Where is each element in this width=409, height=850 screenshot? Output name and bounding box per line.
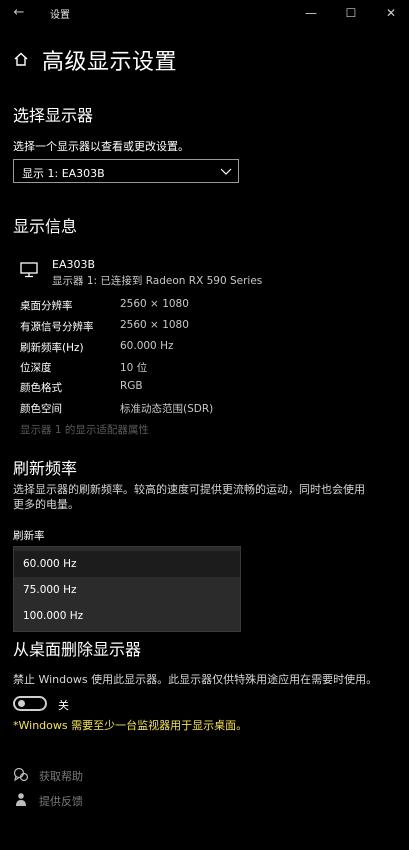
remove-display-toggle[interactable] — [13, 696, 47, 711]
refresh-rate-option[interactable]: 75.000 Hz — [14, 577, 240, 603]
info-row: 位深度 10 位 — [20, 360, 340, 376]
refresh-rate-label: 刷新率 — [13, 530, 45, 542]
feedback-person-icon — [16, 793, 26, 806]
home-icon[interactable] — [13, 51, 29, 67]
info-key: 桌面分辨率 — [20, 300, 73, 312]
info-value: 60.000 Hz — [120, 340, 174, 352]
close-button[interactable]: ✕ — [380, 3, 402, 23]
info-row: 颜色格式 RGB — [20, 380, 340, 396]
feedback-label: 提供反馈 — [39, 795, 83, 808]
info-row: 有源信号分辨率 2560 × 1080 — [20, 319, 340, 335]
info-value: 2560 × 1080 — [120, 298, 189, 310]
chevron-down-icon — [220, 168, 232, 175]
page-title: 高级显示设置 — [42, 50, 178, 75]
info-key: 刷新频率(Hz) — [20, 342, 84, 354]
refresh-rate-description-line1: 选择显示器的刷新频率。较高的速度可提供更流畅的运动，同时也会使用 — [13, 483, 365, 496]
display-select-value: 显示 1: EA303B — [22, 167, 105, 180]
refresh-rate-dropdown-list[interactable]: 60.000 Hz 75.000 Hz 100.000 Hz — [13, 546, 241, 632]
display-select[interactable]: 显示 1: EA303B — [13, 159, 239, 183]
info-key: 有源信号分辨率 — [20, 321, 94, 333]
info-value: 10 位 — [120, 362, 148, 374]
info-row: 刷新频率(Hz) 60.000 Hz — [20, 340, 340, 356]
monitor-name: EA303B — [52, 258, 96, 271]
get-help-label: 获取帮助 — [39, 770, 83, 783]
title-bar: ← 设置 — ☐ ✕ — [0, 0, 409, 28]
select-display-label: 选择一个显示器以查看或更改设置。 — [13, 140, 189, 153]
refresh-rate-description-line2: 更多的电量。 — [13, 498, 79, 511]
window-title: 设置 — [50, 10, 70, 21]
info-value: 标准动态范围(SDR) — [120, 403, 214, 415]
refresh-rate-option[interactable]: 60.000 Hz — [14, 551, 240, 577]
monitor-icon — [20, 262, 38, 278]
info-value: 2560 × 1080 — [120, 319, 189, 331]
info-key: 颜色格式 — [20, 382, 62, 394]
info-value: RGB — [120, 380, 143, 392]
refresh-rate-heading: 刷新频率 — [13, 459, 78, 478]
info-row: 颜色空间 标准动态范围(SDR) — [20, 401, 340, 417]
get-help-link[interactable]: 获取帮助 — [13, 767, 133, 785]
refresh-rate-option[interactable]: 100.000 Hz — [14, 603, 240, 629]
display-info-heading: 显示信息 — [13, 217, 78, 236]
chat-help-icon — [13, 767, 29, 782]
minimize-button[interactable]: — — [300, 3, 322, 23]
info-key: 位深度 — [20, 362, 52, 374]
warning-text: *Windows 需要至少一台监视器用于显示桌面。 — [13, 719, 248, 732]
feedback-link[interactable]: 提供反馈 — [13, 792, 133, 810]
maximize-button[interactable]: ☐ — [340, 3, 362, 23]
info-key: 颜色空间 — [20, 403, 62, 415]
remove-display-heading: 从桌面删除显示器 — [13, 640, 142, 659]
select-display-heading: 选择显示器 — [13, 106, 94, 125]
adapter-properties-link[interactable]: 显示器 1 的显示适配器属性 — [20, 422, 149, 437]
remove-display-description: 禁止 Windows 使用此显示器。此显示器仅供特殊用途应用在需要时使用。 — [13, 673, 378, 686]
monitor-connection: 显示器 1: 已连接到 Radeon RX 590 Series — [52, 275, 263, 287]
toggle-knob — [18, 700, 25, 707]
toggle-state-label: 关 — [58, 699, 69, 712]
back-arrow-icon[interactable]: ← — [8, 3, 30, 23]
info-row: 桌面分辨率 2560 × 1080 — [20, 298, 340, 314]
